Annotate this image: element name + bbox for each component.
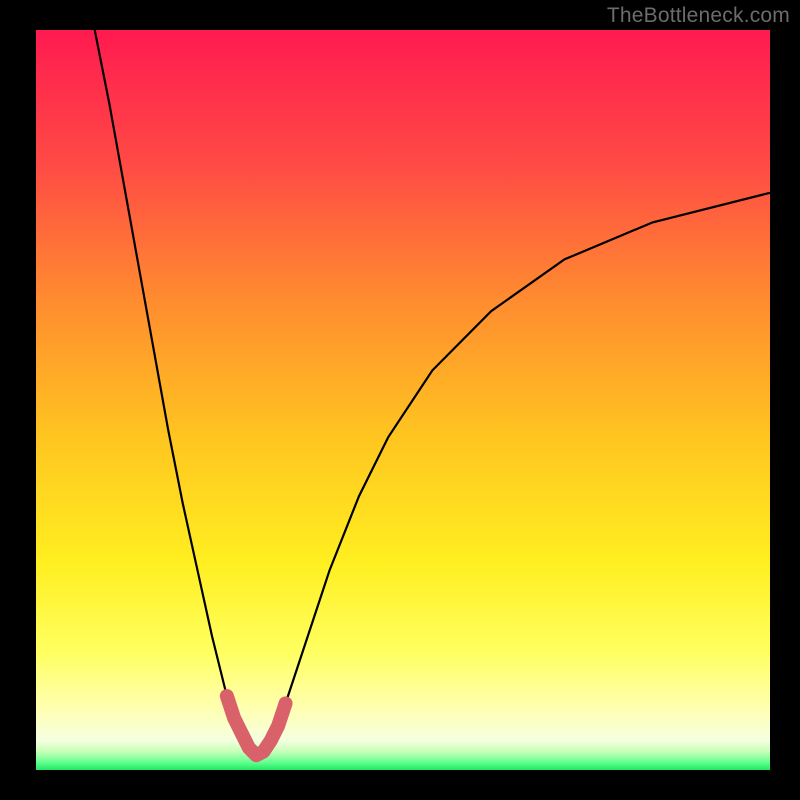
gradient-background xyxy=(36,30,770,770)
plot-area xyxy=(36,30,770,770)
chart-frame: TheBottleneck.com xyxy=(0,0,800,800)
watermark-text: TheBottleneck.com xyxy=(607,4,790,28)
chart-svg xyxy=(36,30,770,770)
